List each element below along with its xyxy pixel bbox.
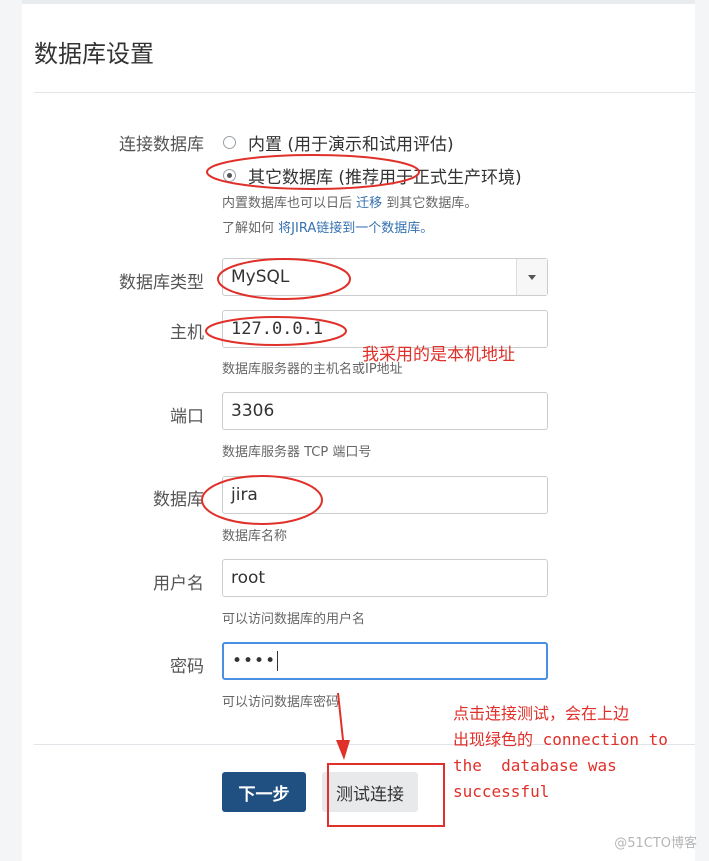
username-input[interactable]: root [222,559,548,597]
title-divider [34,92,695,93]
host-value: 127.0.0.1 [231,319,324,339]
test-annotation-line3: the database was [453,756,617,775]
test-annotation: 点击连接测试，会在上边 出现绿色的 connection to the data… [453,701,668,805]
port-input[interactable]: 3306 [222,392,548,430]
test-connection-button[interactable]: 测试连接 [322,772,418,812]
connection-hint-1: 内置数据库也可以日后 迁移 到其它数据库。 [222,192,477,211]
database-value: jira [231,485,258,505]
radio-builtin-label: 内置 (用于演示和试用评估) [248,135,454,155]
port-value: 3306 [231,401,275,421]
chevron-down-icon[interactable] [516,259,547,295]
database-input[interactable]: jira [222,476,548,514]
password-hint: 可以访问数据库密码 [222,695,340,710]
test-annotation-line4: successful [453,782,550,801]
database-hint: 数据库名称 [222,529,288,544]
radio-other-row[interactable]: 其它数据库 (推荐用于正式生产环境) [223,163,522,188]
port-hint: 数据库服务器 TCP 端口号 [222,445,372,460]
db-type-select[interactable]: MySQL [222,258,548,296]
test-annotation-line1: 点击连接测试，会在上边 [453,704,630,723]
connection-hint-2: 了解如何 将JIRA链接到一个数据库。 [222,217,433,236]
host-annotation: 我采用的是本机地址 [362,345,515,365]
host-label: 主机 [170,323,204,343]
port-label: 端口 [170,407,204,427]
hint2-prefix: 了解如何 [222,221,275,236]
db-type-value: MySQL [231,267,290,287]
radio-other[interactable] [223,169,236,182]
test-annotation-line2: 出现绿色的 connection to [453,730,668,749]
radio-other-label: 其它数据库 (推荐用于正式生产环境) [248,168,522,188]
frame-right [695,0,709,861]
username-label: 用户名 [153,574,204,594]
password-value: •••• [232,651,277,671]
db-type-label: 数据库类型 [119,273,204,293]
text-cursor [277,651,279,671]
frame-left [0,0,22,861]
watermark: @51CTO博客 [614,836,697,851]
password-input[interactable]: •••• [222,642,548,680]
next-button[interactable]: 下一步 [222,772,306,812]
hint1-prefix: 内置数据库也可以日后 [222,196,353,211]
username-value: root [231,568,266,588]
dialog-title: 数据库设置 [34,40,154,68]
password-label: 密码 [170,657,204,677]
connection-label: 连接数据库 [119,135,204,155]
radio-builtin-row[interactable]: 内置 (用于演示和试用评估) [223,130,454,155]
radio-builtin[interactable] [223,136,236,149]
hint1-suffix: 到其它数据库。 [386,196,478,211]
username-hint: 可以访问数据库的用户名 [222,612,366,627]
link-jira-db-link[interactable]: 将JIRA链接到一个数据库。 [278,221,433,236]
migrate-link[interactable]: 迁移 [356,196,382,211]
database-label: 数据库 [153,490,204,510]
